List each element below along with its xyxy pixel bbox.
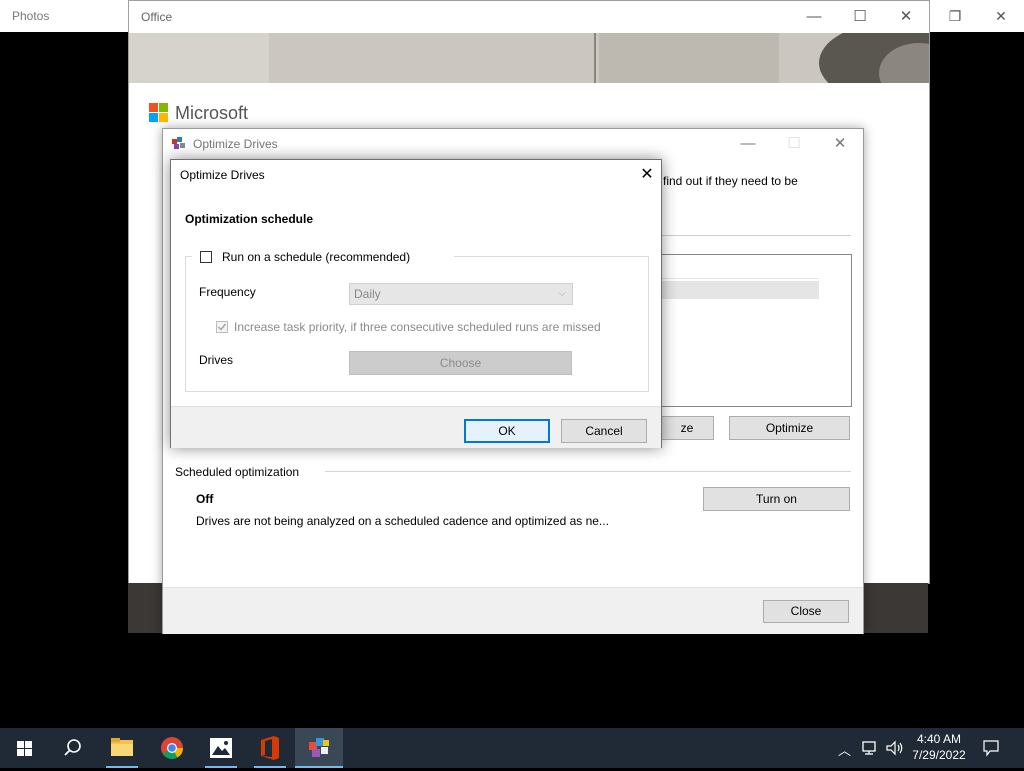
- office-hero-image: [129, 33, 929, 83]
- office-minimize-button[interactable]: —: [791, 1, 837, 33]
- dialog-close-button[interactable]: ✕: [633, 160, 661, 190]
- defrag-button[interactable]: [295, 728, 343, 768]
- chrome-button[interactable]: [148, 728, 196, 768]
- ok-label: OK: [498, 424, 516, 438]
- optimization-schedule-dialog: Optimize Drives ✕ Optimization schedule …: [170, 159, 662, 448]
- cancel-label: Cancel: [585, 424, 623, 438]
- close-button[interactable]: Close: [763, 600, 849, 623]
- dialog-footer: OK Cancel: [171, 406, 661, 448]
- drives-list-header: [661, 260, 819, 279]
- photos-title: Photos: [12, 9, 50, 23]
- increase-priority-label: Increase task priority, if three consecu…: [234, 320, 601, 334]
- analyze-button[interactable]: ze: [661, 416, 714, 440]
- run-on-schedule-checkbox[interactable]: [200, 251, 212, 263]
- start-icon: [17, 741, 32, 756]
- cancel-button[interactable]: Cancel: [561, 419, 647, 443]
- microsoft-wordmark: Microsoft: [175, 103, 249, 123]
- od-divider: [661, 235, 851, 236]
- analyze-button-label: ze: [680, 421, 694, 435]
- chevron-down-icon: ⌵: [558, 288, 566, 299]
- close-button-label: Close: [790, 604, 822, 618]
- drives-label: Drives: [199, 353, 234, 367]
- drives-list[interactable]: [661, 254, 852, 407]
- ok-button[interactable]: OK: [464, 419, 550, 443]
- file-explorer-button[interactable]: [98, 728, 146, 768]
- office-close-button[interactable]: ✕: [883, 1, 929, 33]
- clock-time: 4:40 AM: [916, 732, 962, 746]
- optimize-button-label: Optimize: [765, 421, 814, 435]
- frequency-select: Daily ⌵: [349, 283, 573, 305]
- search-icon: [64, 739, 81, 756]
- photos-close-button[interactable]: ✕: [978, 0, 1024, 32]
- od-close-button[interactable]: ✕: [817, 129, 863, 159]
- scheduled-divider: [325, 471, 851, 472]
- office-icon: [261, 736, 279, 760]
- od-minimize-button[interactable]: —: [725, 129, 771, 159]
- schedule-status: Off: [196, 492, 214, 506]
- scheduled-optimization-heading: Scheduled optimization: [175, 465, 300, 479]
- hero-photo: [129, 33, 929, 83]
- drives-list-row-selected[interactable]: [661, 281, 819, 299]
- section-title: Optimization schedule: [185, 212, 314, 226]
- od-description-partial: find out if they need to be: [663, 174, 798, 188]
- optimize-button[interactable]: Optimize: [729, 416, 850, 440]
- increase-priority-checkbox: [216, 321, 228, 333]
- photos-icon: [210, 738, 232, 758]
- schedule-description: Drives are not being analyzed on a sched…: [196, 514, 609, 528]
- photos-restore-button[interactable]: ❐: [932, 0, 978, 32]
- schedule-group: Run on a schedule (recommended) Frequenc…: [185, 247, 649, 392]
- run-on-schedule-label[interactable]: Run on a schedule (recommended): [222, 250, 410, 264]
- turn-on-button[interactable]: Turn on: [703, 487, 850, 511]
- start-button[interactable]: [0, 728, 48, 768]
- office-maximize-button[interactable]: ☐: [837, 1, 883, 33]
- defrag-icon: [309, 738, 329, 757]
- microsoft-logo-icon: [149, 103, 168, 122]
- frequency-value: Daily: [354, 287, 381, 301]
- office-button[interactable]: [246, 728, 294, 768]
- notifications-icon[interactable]: [982, 739, 1000, 757]
- taskbar: ︿ 4:40 AM 7/29/2022: [0, 728, 1024, 768]
- choose-drives-button: Choose: [349, 351, 572, 375]
- checkmark-icon: [218, 323, 227, 331]
- dialog-title: Optimize Drives: [180, 168, 265, 182]
- chrome-icon: [161, 737, 183, 759]
- od-maximize-button: ☐: [787, 135, 801, 152]
- turn-on-button-label: Turn on: [756, 492, 797, 506]
- clock[interactable]: 4:40 AM 7/29/2022: [910, 732, 968, 762]
- office-title: Office: [141, 10, 173, 24]
- search-button[interactable]: [48, 728, 96, 768]
- group-legend: Run on a schedule (recommended): [192, 247, 454, 265]
- volume-icon[interactable]: [885, 739, 905, 757]
- frequency-label: Frequency: [199, 285, 256, 299]
- photos-button[interactable]: [197, 728, 245, 768]
- defrag-icon: [172, 137, 185, 149]
- file-explorer-icon: [111, 738, 133, 756]
- clock-date: 7/29/2022: [912, 748, 966, 762]
- optimize-drives-title: Optimize Drives: [193, 137, 278, 151]
- show-hidden-icons-button[interactable]: ︿: [838, 740, 851, 759]
- choose-label: Choose: [439, 356, 482, 370]
- chevron-up-icon: ︿: [838, 743, 852, 758]
- network-icon[interactable]: [862, 740, 880, 756]
- od-footer: Close: [163, 587, 863, 634]
